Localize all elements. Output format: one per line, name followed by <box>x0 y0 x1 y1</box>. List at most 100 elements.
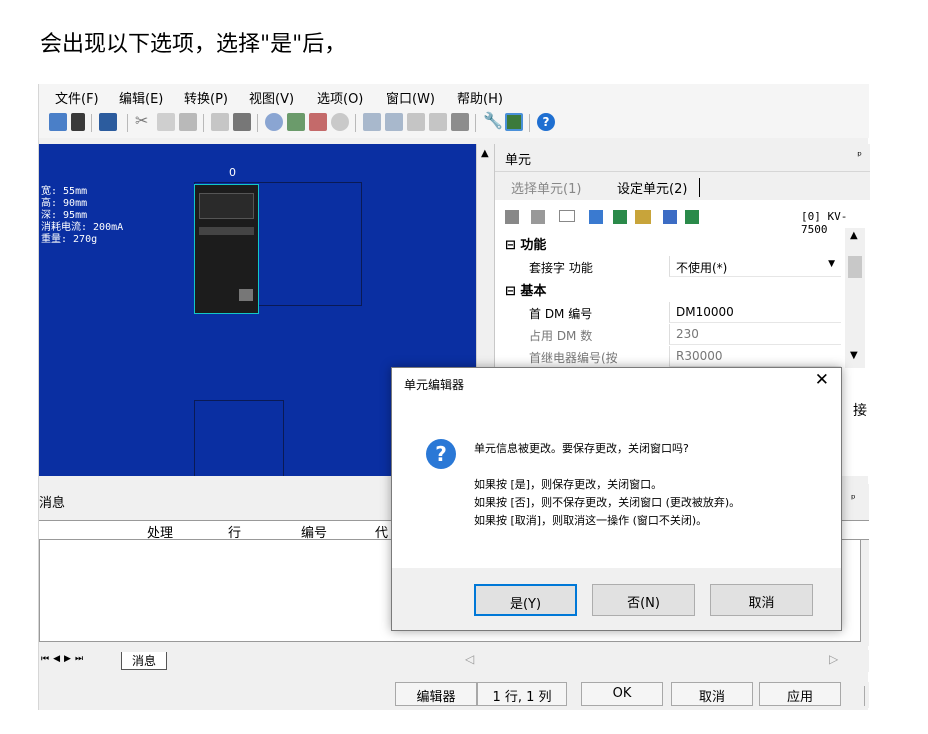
check-icon[interactable] <box>287 113 305 131</box>
status-mode: 编辑器 <box>395 682 477 706</box>
column-header[interactable]: 编号 <box>301 522 327 541</box>
dialog-title: 单元编辑器 <box>404 378 465 392</box>
category-function[interactable]: ⊟ 功能 <box>505 234 546 253</box>
monitor-icon[interactable] <box>589 210 603 224</box>
module2-icon[interactable] <box>685 210 699 224</box>
paste-unit-icon[interactable] <box>429 113 447 131</box>
network-icon[interactable] <box>663 210 677 224</box>
cancel-button[interactable]: 取消 <box>671 682 753 706</box>
tab-nav-icons[interactable]: ⏮◀▶⏭ <box>41 654 87 664</box>
scroll-thumb[interactable] <box>848 256 862 278</box>
dm-icon[interactable] <box>265 113 283 131</box>
module-port <box>199 227 254 235</box>
cancel-button[interactable]: 取消 <box>710 584 813 616</box>
property-value[interactable]: DM10000 <box>669 302 841 323</box>
unit-icon[interactable] <box>99 113 117 131</box>
toolbar: ✂ 🔧 ? <box>39 108 869 138</box>
menu-options[interactable]: 选项(O) <box>317 88 363 107</box>
menu-bar: 文件(F) 编辑(E) 转换(P) 视图(V) 选项(O) 窗口(W) 帮助(H… <box>39 84 869 108</box>
unit-editor-icon[interactable] <box>505 113 523 131</box>
sort-icon[interactable] <box>505 210 519 224</box>
category-icon[interactable] <box>531 210 545 224</box>
menu-file[interactable]: 文件(F) <box>55 88 99 107</box>
check-red-icon[interactable] <box>309 113 327 131</box>
property-value-dropdown[interactable]: 不使用(*) ▼ <box>669 256 841 277</box>
menu-edit[interactable]: 编辑(E) <box>119 88 163 107</box>
menu-convert[interactable]: 转换(P) <box>184 88 228 107</box>
message-panel-title: 消息 <box>39 496 66 511</box>
toolbar-separator <box>475 114 476 132</box>
help-icon[interactable]: ? <box>537 113 555 131</box>
wrench-icon[interactable]: 🔧 <box>483 111 503 130</box>
property-row[interactable]: 首继电器编号(按 R30000 <box>509 346 841 367</box>
scroll-up-icon[interactable]: ▲ <box>481 148 489 159</box>
ok-button[interactable]: OK <box>581 682 663 706</box>
paste-icon[interactable] <box>179 113 197 131</box>
toolbar-separator <box>529 114 530 132</box>
toolbar-separator <box>257 114 258 132</box>
dropdown-arrow-icon[interactable]: ▼ <box>828 259 835 269</box>
export-icon[interactable] <box>71 113 85 131</box>
property-key: 套接字 功能 <box>529 261 593 275</box>
property-scrollbar[interactable]: ▲ ▼ <box>845 228 865 368</box>
cpu-module[interactable] <box>194 184 259 314</box>
tab-select-unit[interactable]: 选择单元(1) <box>511 178 581 197</box>
pin-icon[interactable]: ᵖ <box>857 149 862 162</box>
module-icon[interactable] <box>613 210 627 224</box>
unit-editor-dialog: 单元编辑器 ✕ ? 单元信息被更改。要保存更改，关闭窗口吗? 如果按 [是]，则… <box>391 367 842 631</box>
menu-view[interactable]: 视图(V) <box>249 88 294 107</box>
property-row[interactable]: 首 DM 编号 DM10000 <box>509 302 841 323</box>
tab-setup-unit[interactable]: 设定单元(2) <box>617 178 701 197</box>
column-header[interactable]: 处理 <box>147 522 173 541</box>
question-icon: ? <box>426 439 456 469</box>
apply-button[interactable]: 应用 <box>759 682 841 706</box>
yes-button[interactable]: 是(Y) <box>474 584 577 616</box>
category-basic[interactable]: ⊟ 基本 <box>505 280 546 299</box>
module-display <box>199 193 254 219</box>
spec-weight: 重量: 270g <box>41 234 98 245</box>
import-icon[interactable] <box>49 113 67 131</box>
no-button[interactable]: 否(N) <box>592 584 695 616</box>
edit-icon[interactable] <box>211 113 229 131</box>
property-row[interactable]: 套接字 功能 不使用(*) ▼ <box>509 256 841 277</box>
property-row[interactable]: 占用 DM 数 230 <box>509 324 841 345</box>
caption-text: 会出现以下选项，选择"是"后， <box>40 32 347 57</box>
grid-icon[interactable] <box>233 113 251 131</box>
network2-icon[interactable] <box>385 113 403 131</box>
property-key: 占用 DM 数 <box>529 329 593 343</box>
column-header[interactable]: 行 <box>228 522 241 541</box>
hscroll-right-icon[interactable]: ▷ <box>829 652 838 666</box>
pin-icon[interactable]: ᵖ <box>851 492 856 505</box>
toolbar-separator <box>91 114 92 132</box>
menu-window[interactable]: 窗口(W) <box>386 88 435 107</box>
hscroll-left-icon[interactable]: ◁ <box>465 652 474 666</box>
resize-grip-icon[interactable] <box>845 686 865 706</box>
disabled-icon[interactable] <box>331 113 349 131</box>
copy-icon[interactable] <box>157 113 175 131</box>
message-tabbar: ⏮◀▶⏭ 消息 ◁ ▷ <box>39 650 869 672</box>
scroll-down-icon[interactable]: ▼ <box>850 350 858 361</box>
category-basic-label: 基本 <box>520 284 547 299</box>
close-icon[interactable]: ✕ <box>815 370 829 390</box>
property-toolbar <box>505 208 735 226</box>
kl-icon[interactable] <box>451 113 469 131</box>
ethernet-port <box>239 289 253 301</box>
property-value: 230 <box>669 324 841 345</box>
toolbar-separator <box>127 114 128 132</box>
mail-icon[interactable] <box>559 210 575 222</box>
scroll-up-icon[interactable]: ▲ <box>850 230 858 241</box>
tab-message[interactable]: 消息 <box>121 652 168 670</box>
tag-icon[interactable] <box>635 210 651 224</box>
property-key: 首 DM 编号 <box>529 307 593 321</box>
menu-help[interactable]: 帮助(H) <box>457 88 503 107</box>
dialog-line-cancel: 如果按 [取消]，则取消这一操作 (窗口不关闭)。 <box>474 514 708 527</box>
scissors-icon[interactable]: ✂ <box>135 111 153 130</box>
property-value: 不使用(*) <box>676 261 728 275</box>
unit-panel-title: 单元 <box>505 153 532 168</box>
column-header[interactable]: 代 <box>375 522 388 541</box>
status-bar: 编辑器 1 行, 1 列 OK 取消 应用 <box>39 682 869 708</box>
network-icon[interactable] <box>363 113 381 131</box>
side-text: 接 <box>853 403 867 419</box>
copy-unit-icon[interactable] <box>407 113 425 131</box>
empty-slot[interactable] <box>194 400 284 476</box>
